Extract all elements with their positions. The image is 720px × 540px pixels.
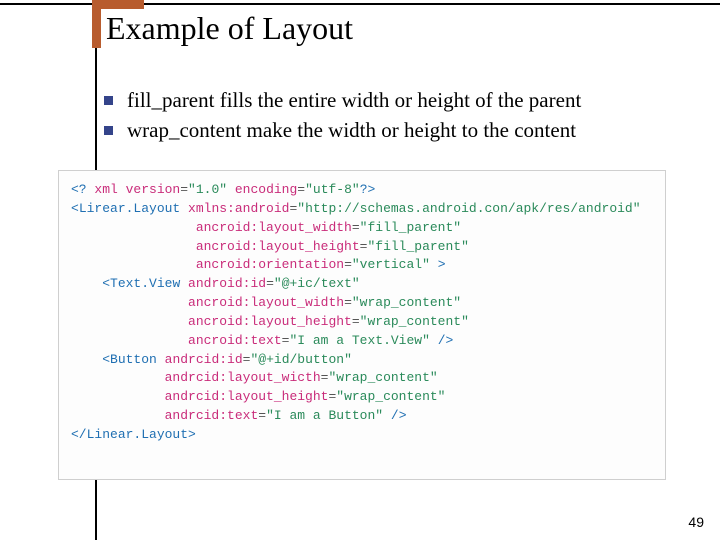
code-token: =: [352, 314, 360, 329]
code-block: <? xml version="1.0" encoding="utf-8"?> …: [58, 170, 666, 480]
code-token: "I am a Button": [266, 408, 383, 423]
code-indent: [71, 314, 188, 329]
code-token: "1.0": [188, 182, 227, 197]
code-token: andrcid:id: [157, 352, 243, 367]
code-token: "I am a Text.View": [289, 333, 429, 348]
code-token: "http://schemas.android.con/apk/res/andr…: [297, 201, 640, 216]
code-indent: [71, 295, 188, 310]
code-token: =: [344, 295, 352, 310]
code-token: "vertical": [352, 257, 430, 272]
code-token: xmlns:android: [180, 201, 289, 216]
code-token: =: [258, 408, 266, 423]
code-token: <: [102, 276, 110, 291]
slide-title: Example of Layout: [106, 10, 353, 47]
code-token: Button: [110, 352, 157, 367]
code-token: andrcid:layout_height: [165, 389, 329, 404]
bullet-list: fill_parent fills the entire width or he…: [104, 86, 680, 147]
accent-bar-vertical: [92, 0, 101, 48]
code-token: Linear.Layout: [87, 427, 188, 442]
code-token: encoding: [227, 182, 297, 197]
code-indent: [71, 276, 102, 291]
code-token: andrcid:text: [165, 408, 259, 423]
code-indent: [71, 239, 196, 254]
code-token: ancroid:layout_width: [188, 295, 344, 310]
code-token: "wrap_content": [328, 370, 437, 385]
code-token: =: [344, 257, 352, 272]
code-token: =: [297, 182, 305, 197]
code-token: xml version: [87, 182, 181, 197]
slide: Example of Layout fill_parent fills the …: [0, 0, 720, 540]
code-token: ancroid:layout_width: [196, 220, 352, 235]
code-token: "@+id/button": [250, 352, 351, 367]
code-token: =: [352, 220, 360, 235]
page-number: 49: [688, 514, 704, 530]
list-item: wrap_content make the width or height to…: [104, 116, 680, 144]
code-indent: [71, 333, 188, 348]
code-token: "wrap_content": [336, 389, 445, 404]
code-token: >: [430, 257, 446, 272]
code-token: "utf-8": [305, 182, 360, 197]
code-token: <: [102, 352, 110, 367]
code-token: ?>: [360, 182, 376, 197]
code-token: Lirear.Layout: [79, 201, 180, 216]
code-token: =: [180, 182, 188, 197]
code-token: andrcid:layout_wicth: [165, 370, 321, 385]
code-token: <: [71, 201, 79, 216]
code-indent: [71, 370, 165, 385]
code-indent: [71, 220, 196, 235]
code-token: ancroid:layout_height: [188, 314, 352, 329]
code-token: ancroid:layout_height: [196, 239, 360, 254]
code-indent: [71, 408, 165, 423]
square-bullet-icon: [104, 126, 113, 135]
code-token: </: [71, 427, 87, 442]
code-token: android:id: [180, 276, 266, 291]
code-token: >: [188, 427, 196, 442]
list-item: fill_parent fills the entire width or he…: [104, 86, 680, 114]
code-indent: [71, 389, 165, 404]
code-token: "@+ic/text": [274, 276, 360, 291]
code-token: =: [266, 276, 274, 291]
code-token: "fill_parent": [367, 239, 468, 254]
code-token: Text.View: [110, 276, 180, 291]
accent-bar-horizontal: [96, 0, 144, 9]
code-token: "wrap_content": [360, 314, 469, 329]
square-bullet-icon: [104, 96, 113, 105]
code-token: "fill_parent": [360, 220, 461, 235]
code-indent: [71, 352, 102, 367]
code-token: ancroid:orientation: [196, 257, 344, 272]
code-token: ancroid:text: [188, 333, 282, 348]
bullet-text: fill_parent fills the entire width or he…: [127, 86, 581, 114]
code-token: />: [430, 333, 453, 348]
bullet-text: wrap_content make the width or height to…: [127, 116, 576, 144]
code-indent: [71, 257, 196, 272]
code-token: />: [383, 408, 406, 423]
code-token: <?: [71, 182, 87, 197]
code-token: "wrap_content": [352, 295, 461, 310]
